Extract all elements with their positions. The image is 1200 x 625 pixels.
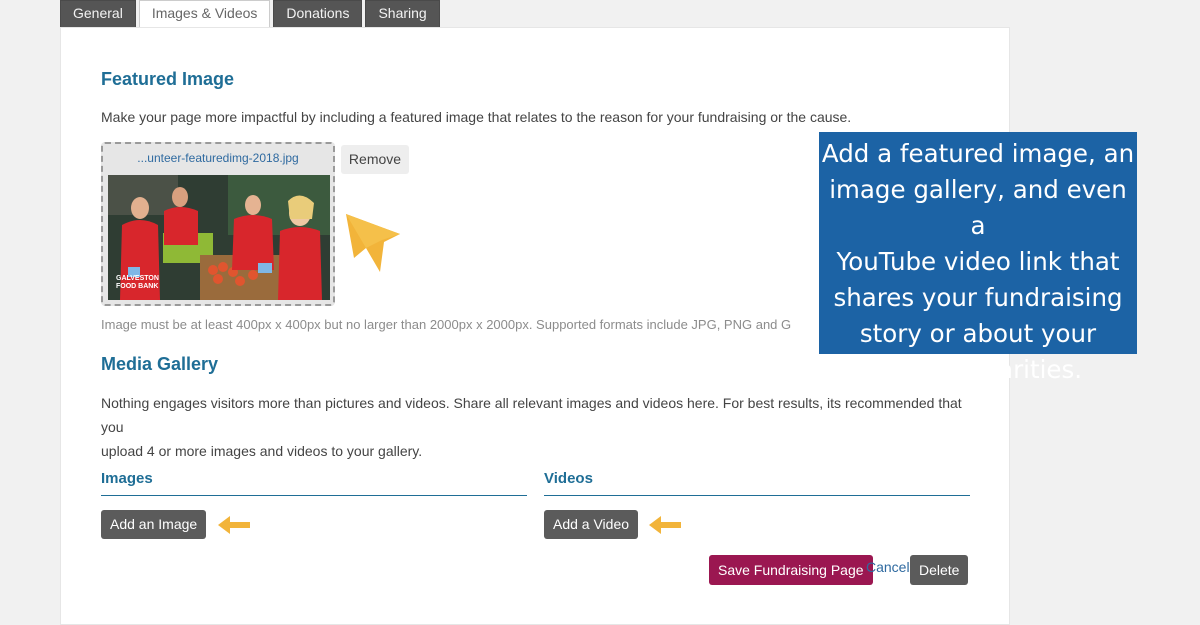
callout-line: shares your fundraising xyxy=(833,283,1123,312)
tab-images-videos[interactable]: Images & Videos xyxy=(138,0,271,28)
featured-image-description: Make your page more impactful by includi… xyxy=(101,109,852,125)
featured-image-thumbnail: GALVESTON FOOD BANK xyxy=(108,175,330,300)
media-gallery-description-line1: Nothing engages visitors more than pictu… xyxy=(101,395,962,435)
images-subtitle: Images xyxy=(101,470,153,487)
callout-line: chosen charities. xyxy=(873,355,1083,384)
left-arrow-icon xyxy=(649,516,681,534)
images-divider xyxy=(101,495,527,496)
add-image-button[interactable]: Add an Image xyxy=(101,510,207,539)
featured-image-dropzone[interactable]: ...unteer-featuredimg-2018.jpg GALVESTON… xyxy=(101,142,335,306)
videos-divider xyxy=(544,495,970,496)
add-video-button[interactable]: Add a Video xyxy=(544,510,639,539)
remove-image-button[interactable]: Remove xyxy=(341,145,409,174)
videos-subtitle: Videos xyxy=(544,470,593,487)
callout-line: Add a featured image, an xyxy=(821,139,1135,168)
tab-donations[interactable]: Donations xyxy=(273,0,363,27)
image-size-note: Image must be at least 400px x 400px but… xyxy=(101,317,792,332)
photo-caption: GALVESTON FOOD BANK xyxy=(116,275,159,290)
media-gallery-description: Nothing engages visitors more than pictu… xyxy=(101,391,981,463)
left-arrow-icon xyxy=(218,516,250,534)
tab-general[interactable]: General xyxy=(60,0,136,27)
arrow-pointer-icon xyxy=(346,214,400,272)
featured-image-filename: ...unteer-featuredimg-2018.jpg xyxy=(137,151,299,165)
callout-line: image gallery, and even a xyxy=(829,175,1127,240)
callout-line: YouTube video link that xyxy=(836,247,1120,276)
featured-image-title: Featured Image xyxy=(101,69,235,89)
save-fundraising-page-button[interactable]: Save Fundraising Page xyxy=(709,555,873,585)
media-gallery-description-line2: upload 4 or more images and videos to yo… xyxy=(101,443,423,459)
callout-line: story or about your xyxy=(859,319,1097,348)
media-gallery-title: Media Gallery xyxy=(101,354,219,374)
tab-bar: General Images & Videos Donations Sharin… xyxy=(60,0,440,28)
tab-sharing[interactable]: Sharing xyxy=(365,0,440,27)
cancel-link[interactable]: Cancel xyxy=(866,559,910,575)
info-callout: Add a featured image, an image gallery, … xyxy=(819,132,1137,384)
delete-button[interactable]: Delete xyxy=(910,555,969,585)
